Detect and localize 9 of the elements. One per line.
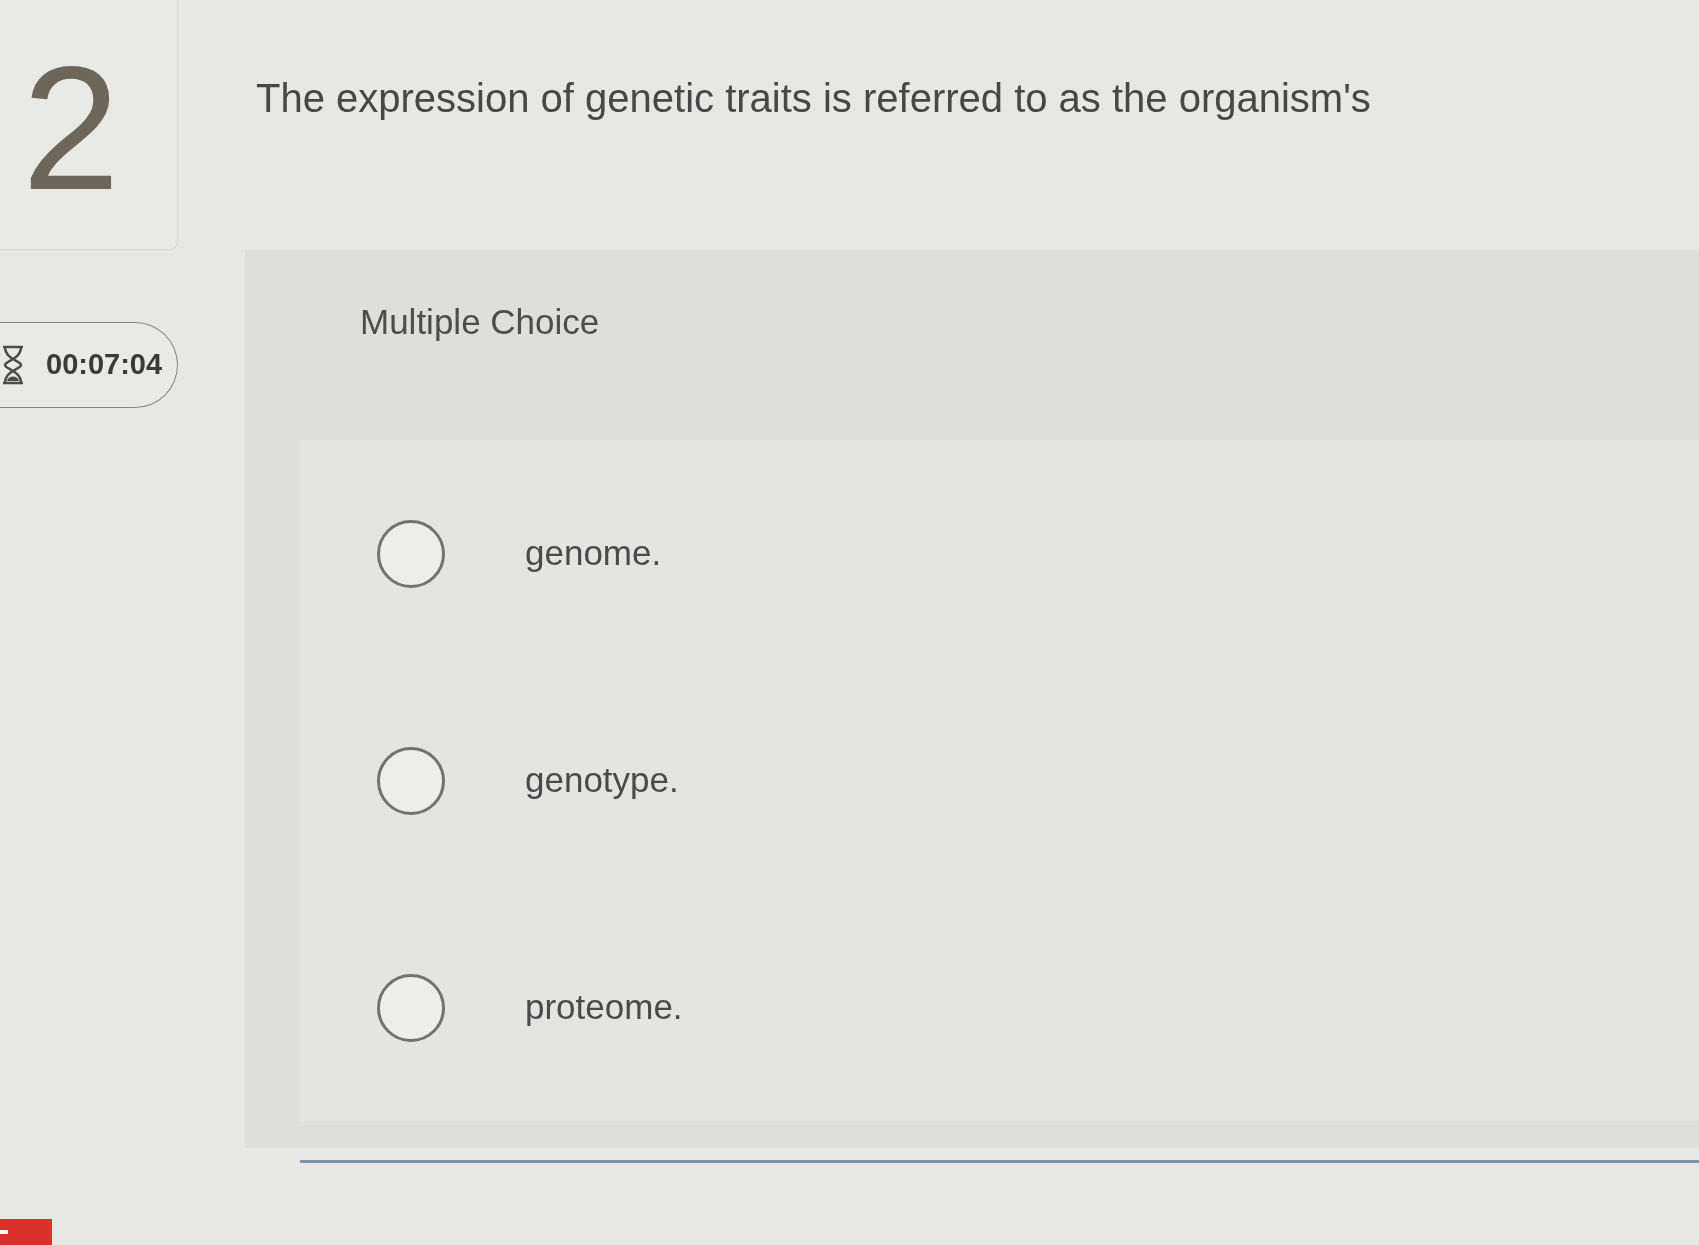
option-label: genotype. [525, 759, 679, 802]
question-text: The expression of genetic traits is referred to as the organism's [256, 75, 1372, 122]
option-label: proteome. [525, 986, 683, 1029]
hourglass-icon [0, 345, 26, 385]
option-label: genome. [525, 532, 662, 575]
question-type-label: Multiple Choice [360, 302, 600, 341]
question-number: 2 [22, 40, 120, 216]
dash-tile-icon [0, 1219, 52, 1245]
timer-text: 00:07:04 [46, 347, 163, 383]
